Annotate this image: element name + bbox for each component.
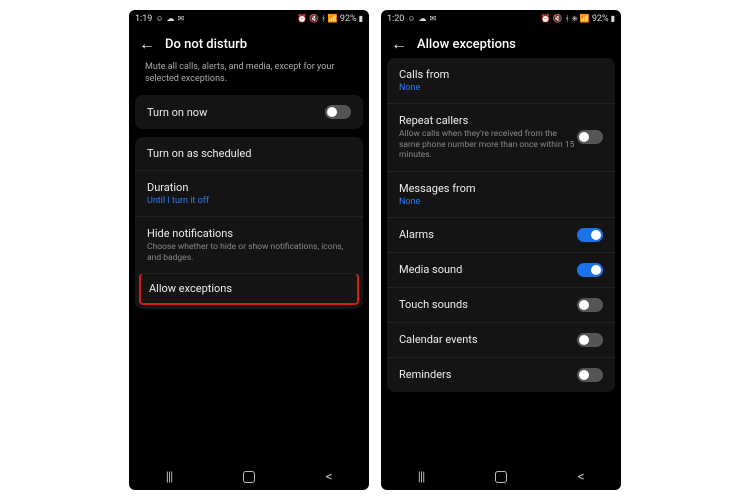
status-time: 1:20 [387, 14, 404, 24]
whatsapp-icon: ☺ [155, 15, 163, 23]
phone-left: 1:19 ☺ ☁ ✉ ⏰ 🔇 ᚼ 📶 92% ▮ ← Do not distur… [129, 10, 369, 490]
row-turn-on-now[interactable]: Turn on now [135, 95, 363, 129]
nav-bar [129, 464, 369, 490]
card-turn-on-now: Turn on now [135, 95, 363, 129]
cloud-icon: ☁ [419, 15, 427, 23]
value: None [399, 197, 603, 207]
label: Touch sounds [399, 298, 575, 311]
page-title: Allow exceptions [417, 37, 516, 52]
toggle-touch[interactable] [577, 298, 603, 312]
signal-icon: 📶 [580, 15, 590, 23]
row-reminders[interactable]: Reminders [387, 357, 615, 392]
alarm-icon: ⏰ [541, 15, 551, 23]
toggle-calendar[interactable] [577, 333, 603, 347]
nav-home[interactable] [242, 470, 256, 484]
toggle-alarms[interactable] [577, 228, 603, 242]
back-icon[interactable]: ← [139, 36, 155, 52]
toggle-media[interactable] [577, 263, 603, 277]
app-bar: ← Allow exceptions [381, 28, 621, 58]
status-time: 1:19 [135, 14, 152, 24]
nav-recents[interactable] [414, 470, 428, 484]
nav-back[interactable] [322, 470, 336, 484]
label: Allow exceptions [149, 282, 349, 295]
label: Media sound [399, 263, 575, 276]
label: Messages from [399, 182, 603, 195]
mute-icon: 🔇 [309, 15, 319, 23]
signal-icon: 📶 [328, 15, 338, 23]
nav-bar [381, 464, 621, 490]
content: Mute all calls, alerts, and media, excep… [129, 58, 369, 464]
nav-back[interactable] [574, 470, 588, 484]
label: Repeat callers [399, 114, 575, 127]
cloud-icon: ☁ [167, 15, 175, 23]
status-bar: 1:19 ☺ ☁ ✉ ⏰ 🔇 ᚼ 📶 92% ▮ [129, 10, 369, 28]
toggle-turn-on-now[interactable] [325, 105, 351, 119]
status-battery: 92% [592, 14, 609, 24]
battery-icon: ▮ [611, 15, 615, 23]
value: None [399, 83, 603, 93]
label: Duration [147, 181, 351, 194]
row-media-sound[interactable]: Media sound [387, 252, 615, 287]
location-icon: ⎈ [572, 15, 578, 23]
label: Alarms [399, 228, 575, 241]
label: Calendar events [399, 333, 575, 346]
value: Until I turn it off [147, 196, 351, 206]
row-hide-notifications[interactable]: Hide notifications Choose whether to hid… [135, 216, 363, 273]
label: Reminders [399, 368, 575, 381]
status-bar: 1:20 ☺ ☁ ✉ ⏰ 🔇 ᚼ ⎈ 📶 92% ▮ [381, 10, 621, 28]
mail-icon: ✉ [430, 15, 437, 23]
row-messages-from[interactable]: Messages from None [387, 171, 615, 217]
label: Turn on now [147, 106, 323, 119]
label: Turn on as scheduled [147, 147, 351, 160]
phone-right: 1:20 ☺ ☁ ✉ ⏰ 🔇 ᚼ ⎈ 📶 92% ▮ ← Allow excep… [381, 10, 621, 490]
toggle-repeat-callers[interactable] [577, 130, 603, 144]
alarm-icon: ⏰ [297, 15, 307, 23]
status-battery: 92% [340, 14, 357, 24]
nav-recents[interactable] [162, 470, 176, 484]
label: Calls from [399, 68, 603, 81]
row-calendar-events[interactable]: Calendar events [387, 322, 615, 357]
row-touch-sounds[interactable]: Touch sounds [387, 287, 615, 322]
nav-home[interactable] [494, 470, 508, 484]
label: Hide notifications [147, 227, 351, 240]
bluetooth-icon: ᚼ [321, 15, 326, 23]
content: Calls from None Repeat callers Allow cal… [381, 58, 621, 464]
page-description: Mute all calls, alerts, and media, excep… [135, 58, 363, 95]
card-exceptions: Calls from None Repeat callers Allow cal… [387, 58, 615, 392]
battery-icon: ▮ [359, 15, 363, 23]
sub: Choose whether to hide or show notificat… [147, 242, 351, 263]
row-allow-exceptions[interactable]: Allow exceptions [139, 273, 359, 305]
row-alarms[interactable]: Alarms [387, 217, 615, 252]
row-calls-from[interactable]: Calls from None [387, 58, 615, 103]
mute-icon: 🔇 [553, 15, 563, 23]
whatsapp-icon: ☺ [407, 15, 415, 23]
mail-icon: ✉ [178, 15, 185, 23]
back-icon[interactable]: ← [391, 36, 407, 52]
row-duration[interactable]: Duration Until I turn it off [135, 170, 363, 216]
app-bar: ← Do not disturb [129, 28, 369, 58]
toggle-reminders[interactable] [577, 368, 603, 382]
card-settings: Turn on as scheduled Duration Until I tu… [135, 137, 363, 308]
row-repeat-callers[interactable]: Repeat callers Allow calls when they're … [387, 103, 615, 171]
bluetooth-icon: ᚼ [565, 15, 570, 23]
row-schedule[interactable]: Turn on as scheduled [135, 137, 363, 170]
page-title: Do not disturb [165, 37, 247, 52]
sub: Allow calls when they're received from t… [399, 129, 575, 161]
